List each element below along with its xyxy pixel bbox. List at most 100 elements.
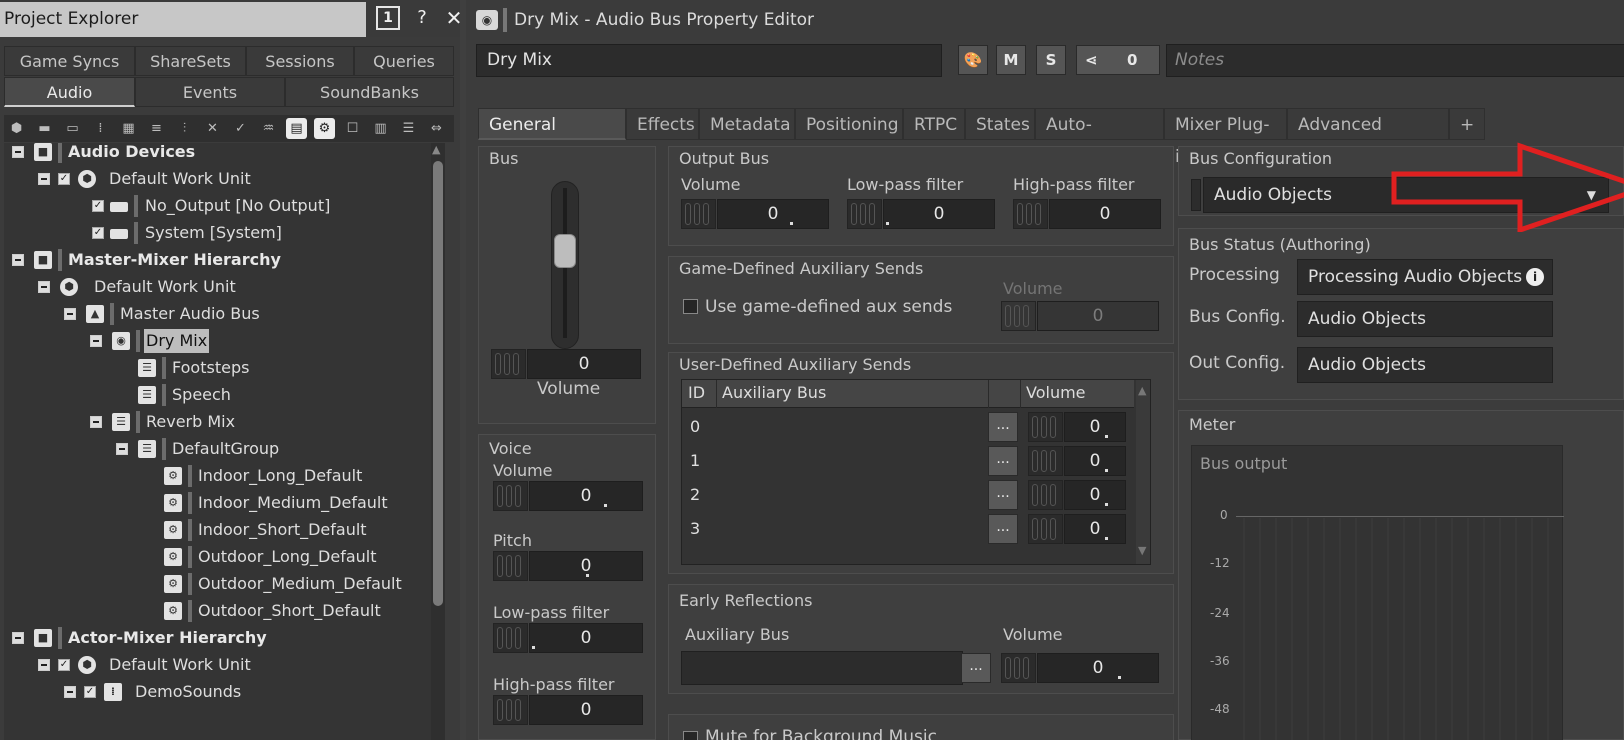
slider-knob[interactable] (1013, 199, 1048, 229)
voice-volume-slider[interactable]: 0 (493, 479, 643, 513)
checkbox-icon[interactable]: ✓ (92, 200, 104, 212)
tab-effects[interactable]: Effects (626, 108, 699, 140)
table-row[interactable]: 2 ... 0 (682, 478, 1134, 512)
output-lpf-slider[interactable]: 0 (847, 197, 997, 231)
collapse-icon[interactable] (38, 281, 50, 293)
color-palette-icon[interactable]: 🎨 (958, 45, 988, 75)
row-volume-value[interactable]: 0 (1064, 446, 1126, 476)
collapse-icon[interactable] (64, 686, 76, 698)
checkbox-icon[interactable]: ✓ (58, 173, 70, 185)
bus-volume-value[interactable]: 0 (527, 349, 641, 379)
tab-soundbanks[interactable]: SoundBanks (285, 77, 454, 107)
tree-scrollbar[interactable]: ▲ (431, 143, 445, 740)
slider-knob[interactable] (493, 695, 528, 725)
voice-hpf-value[interactable]: 0 (529, 695, 643, 725)
scroll-up-icon[interactable]: ▲ (1138, 384, 1146, 397)
tab-positioning[interactable]: Positioning (795, 108, 903, 140)
switch-container-icon[interactable]: ✕ (202, 118, 223, 139)
row-volume-slider[interactable]: 0 (1028, 478, 1132, 512)
scroll-down-icon[interactable]: ▼ (1138, 544, 1146, 557)
share-references-button[interactable]: ⋖ 0 (1076, 45, 1160, 75)
voice-lpf-slider[interactable]: 0 (493, 621, 643, 655)
tab-sharesets[interactable]: ShareSets (135, 46, 246, 76)
random-container-icon[interactable]: ✓ (230, 118, 251, 139)
slider-knob[interactable] (493, 623, 528, 653)
collapse-icon[interactable] (116, 443, 128, 455)
er-volume-value[interactable]: 0 (1037, 653, 1159, 683)
tab-metadata[interactable]: Metadata (699, 108, 795, 140)
close-icon[interactable]: ✕ (442, 6, 466, 30)
scrollbar-thumb[interactable] (433, 161, 443, 606)
er-volume-slider[interactable]: 0 (1001, 651, 1161, 685)
table-row[interactable]: 1 ... 0 (682, 444, 1134, 478)
game-aux-checkbox[interactable] (683, 299, 698, 314)
checkbox-icon[interactable]: ✓ (92, 227, 104, 239)
scroll-up-icon[interactable]: ▲ (432, 143, 440, 156)
voice-lpf-value[interactable]: 0 (529, 623, 643, 653)
slider-knob[interactable] (847, 199, 882, 229)
row-volume-slider[interactable]: 0 (1028, 410, 1132, 444)
tab-add[interactable]: + (1449, 108, 1485, 140)
browse-button[interactable]: ... (988, 514, 1018, 544)
work-unit-icon[interactable]: ⬢ (6, 118, 27, 139)
slider-knob[interactable] (493, 551, 528, 581)
row-volume-slider[interactable]: 0 (1028, 512, 1132, 546)
slider-knob[interactable] (1001, 653, 1036, 683)
sequence-container-icon[interactable]: ♒ (258, 118, 279, 139)
notes-field[interactable]: Notes (1166, 44, 1624, 77)
slider-knob[interactable] (1028, 480, 1063, 510)
output-hpf-value[interactable]: 0 (1049, 199, 1161, 229)
checkbox-icon[interactable]: ✓ (58, 659, 70, 671)
tab-states[interactable]: States (965, 108, 1035, 140)
collapse-icon[interactable] (12, 632, 24, 644)
tab-game-syncs[interactable]: Game Syncs (4, 46, 135, 76)
table-row[interactable]: 3 ... 0 (682, 512, 1134, 546)
aux-bus-icon[interactable]: ⚙ (314, 118, 335, 139)
collapse-icon[interactable] (12, 146, 24, 158)
slider-knob[interactable] (681, 199, 716, 229)
bus-volume-fader[interactable] (551, 181, 579, 349)
output-volume-value[interactable]: 0 (717, 199, 829, 229)
folder-icon[interactable]: ▬ (34, 118, 55, 139)
table-scrollbar[interactable]: ▲ ▼ (1136, 380, 1150, 564)
collapse-icon[interactable] (64, 308, 76, 320)
slider-knob[interactable] (493, 481, 528, 511)
mute-bg-checkbox[interactable] (683, 731, 698, 740)
object-name-field[interactable]: Dry Mix (476, 44, 942, 77)
mute-button[interactable]: M (996, 45, 1026, 75)
row-volume-value[interactable]: 0 (1064, 412, 1126, 442)
collapse-icon[interactable] (12, 254, 24, 266)
info-icon[interactable]: i (1526, 268, 1544, 286)
tab-mixer-plugin[interactable]: Mixer Plug-in (1164, 108, 1287, 167)
channel-icon[interactable]: ☐ (342, 118, 363, 139)
checkbox-icon[interactable]: ✓ (84, 686, 96, 698)
bus-volume-slider[interactable]: 0 (491, 347, 641, 381)
row-volume-value[interactable]: 0 (1064, 514, 1126, 544)
tab-advanced-settings[interactable]: Advanced Settings (1287, 108, 1449, 167)
collapse-icon[interactable] (38, 659, 50, 671)
voice-volume-value[interactable]: 0 (529, 481, 643, 511)
collapse-icon[interactable] (90, 335, 102, 347)
tab-events[interactable]: Events (135, 77, 285, 107)
tab-auto-ducking[interactable]: Auto-ducking (1035, 108, 1164, 167)
er-aux-bus-field[interactable] (681, 651, 963, 685)
output-volume-slider[interactable]: 0 (681, 197, 831, 231)
blend-container-icon[interactable]: ⫶ (174, 118, 195, 139)
table-row[interactable]: 0 ... 0 (682, 410, 1134, 444)
slider-knob[interactable] (1028, 514, 1063, 544)
expand-icon[interactable]: ⇔ (426, 118, 447, 139)
row-volume-value[interactable]: 0 (1064, 480, 1126, 510)
tab-sessions[interactable]: Sessions (246, 46, 354, 76)
tab-general-settings[interactable]: General Settings (478, 108, 626, 167)
list-icon[interactable]: ≡ (146, 118, 167, 139)
pitch-slider[interactable]: 0 (493, 549, 643, 583)
output-hpf-slider[interactable]: 0 (1013, 197, 1163, 231)
browse-button[interactable]: ... (988, 446, 1018, 476)
slider-knob[interactable] (491, 349, 526, 379)
voice-hpf-slider[interactable]: 0 (493, 693, 643, 727)
output-lpf-value[interactable]: 0 (883, 199, 995, 229)
collapse-icon[interactable] (38, 173, 50, 185)
solo-button[interactable]: S (1036, 45, 1066, 75)
tab-audio[interactable]: Audio (4, 77, 135, 107)
open-folder-icon[interactable]: ▭ (62, 118, 83, 139)
